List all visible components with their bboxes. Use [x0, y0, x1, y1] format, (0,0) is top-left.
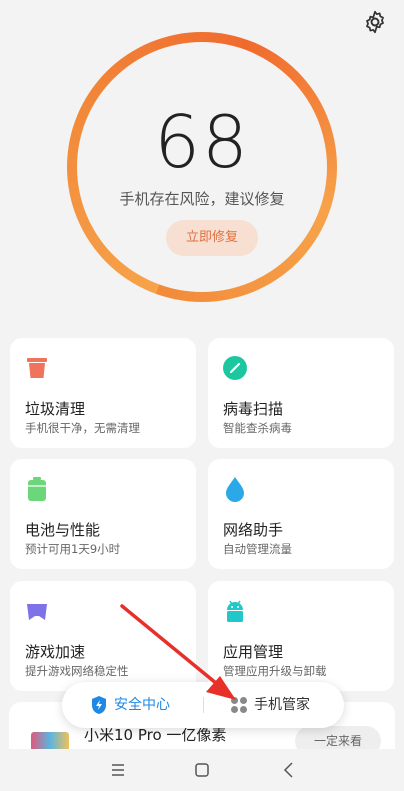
score-status-text: 手机存在风险，建议修复 [119, 190, 285, 208]
virus-scan-icon [223, 356, 247, 380]
settings-gear-icon[interactable] [362, 9, 388, 35]
menu-icon[interactable] [107, 759, 129, 781]
security-score-ring[interactable]: 68 手机存在风险，建议修复 立即修复 [67, 32, 337, 302]
card-subtitle: 预计可用1天9小时 [25, 542, 121, 556]
phone-manager-tab[interactable]: 手机管家 [230, 682, 310, 728]
score-panel: 68 手机存在风险，建议修复 立即修复 [77, 42, 327, 292]
card-game-boost[interactable]: 游戏加速 提升游戏网络稳定性 [10, 581, 196, 691]
home-icon[interactable] [191, 759, 213, 781]
card-title: 应用管理 [223, 643, 284, 661]
android-icon [227, 600, 243, 622]
card-app-management[interactable]: 应用管理 管理应用升级与卸载 [208, 581, 394, 691]
back-icon[interactable] [278, 759, 300, 781]
card-subtitle: 手机很干净，无需清理 [25, 421, 140, 435]
trash-icon [27, 358, 47, 378]
card-title: 病毒扫描 [223, 400, 284, 418]
card-junk-cleanup[interactable]: 垃圾清理 手机很干净，无需清理 [10, 338, 196, 448]
card-virus-scan[interactable]: 病毒扫描 智能查杀病毒 [208, 338, 394, 448]
shield-icon [92, 696, 106, 714]
system-nav-bar [0, 749, 404, 791]
security-center-tab[interactable]: 安全中心 [90, 682, 170, 728]
card-battery-performance[interactable]: 电池与性能 预计可用1天9小时 [10, 459, 196, 569]
card-subtitle: 提升游戏网络稳定性 [25, 664, 129, 678]
battery-icon [28, 477, 46, 501]
card-subtitle: 自动管理流量 [223, 542, 292, 556]
card-title: 电池与性能 [25, 521, 101, 539]
water-drop-icon [226, 477, 244, 502]
gamepad-icon [27, 604, 47, 620]
grid-icon [231, 697, 247, 713]
card-subtitle: 管理应用升级与卸载 [223, 664, 327, 678]
floating-switch-bar: 安全中心 手机管家 [62, 682, 344, 728]
fix-now-button[interactable]: 立即修复 [166, 220, 258, 256]
card-title: 垃圾清理 [25, 400, 86, 418]
security-score: 68 [154, 100, 250, 184]
card-title: 游戏加速 [25, 643, 86, 661]
card-network-assistant[interactable]: 网络助手 自动管理流量 [208, 459, 394, 569]
phone-manager-label: 手机管家 [254, 697, 310, 713]
security-center-label: 安全中心 [114, 697, 170, 713]
card-title: 网络助手 [223, 521, 284, 539]
card-subtitle: 智能查杀病毒 [223, 421, 292, 435]
switch-divider [203, 697, 204, 713]
